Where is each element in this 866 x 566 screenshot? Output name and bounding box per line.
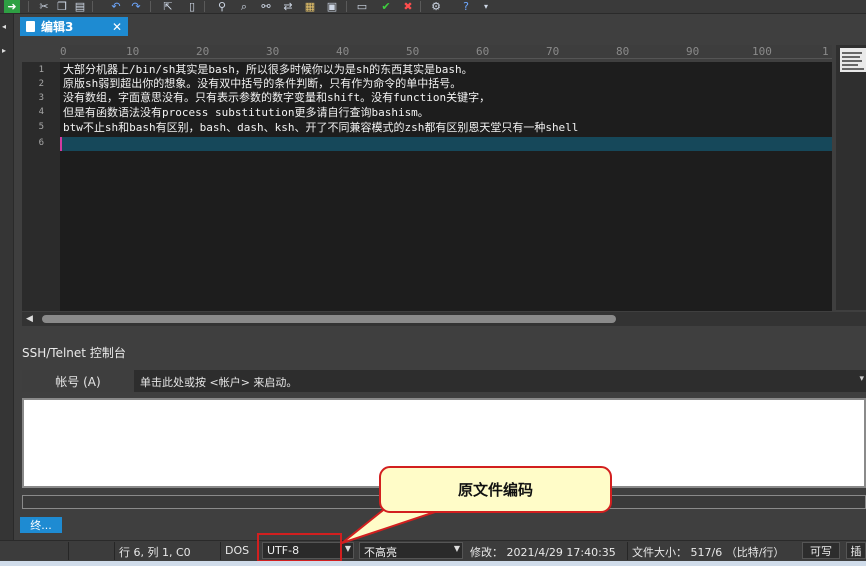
column-ruler: 0 10 20 30 40 50 60 70 80 90 100 1 [60,45,832,59]
status-separator [68,542,69,560]
format-icon[interactable]: ▣ [324,0,340,13]
insert-toggle[interactable]: 插 [846,542,866,559]
ruler-label: 70 [546,45,560,58]
line-number: 3 [38,93,44,103]
minimap[interactable] [840,48,866,72]
toolbar: ➜ ✂ ❐ ▤ ↶ ↷ ⇱ ▯ ⚲ ⌕ ⚯ ⇄ ▦ ▣ ▭ ✔ ✖ ⚙ ? ▾ [0,0,866,14]
undo-icon[interactable]: ↶ [108,0,124,13]
horizontal-scrollbar[interactable]: ◀ [22,312,866,326]
close-icon[interactable]: ✕ [112,20,122,34]
gear-icon[interactable]: ⚙ [428,0,444,13]
find-icon[interactable]: ⌕ [236,0,252,13]
ruler-label: 10 [126,45,140,58]
file-icon[interactable]: ▯ [184,0,200,13]
status-bar: 行 6, 列 1, C0 DOS UTF-8 ▼ 不高亮 ▼ 修改： 2021/… [0,540,866,560]
expand-left-icon[interactable]: ◂ [2,22,12,32]
ssh-start-hint[interactable]: 单击此处或按 <帐户> 来启动。 [140,374,297,390]
ruler-label: 80 [616,45,630,58]
line-number-gutter: 1 2 3 4 5 6 [22,62,60,311]
toolbar-separator [150,1,151,12]
paste-icon[interactable]: ▤ [72,0,88,13]
cursor-position[interactable]: 行 6, 列 1, C0 [119,544,191,560]
line-number: 2 [38,79,44,89]
toolbar-separator [346,1,347,12]
terminal-button[interactable]: 终... [20,517,62,533]
ruler-label: 90 [686,45,700,58]
line-number: 1 [38,65,44,75]
ruler-label: 50 [406,45,420,58]
terminal-icon[interactable]: ▭ [354,0,370,13]
line-number: 5 [38,122,44,132]
find-replace-icon[interactable]: ⚯ [258,0,274,13]
tab-edit3[interactable]: 编辑3 ✕ [20,17,128,36]
line-number: 6 [38,138,44,148]
ruler-label: 100 [752,45,772,58]
editor-line[interactable]: 但是有函数语法没有process substitution更多请自行查询bash… [63,106,429,120]
editor-line[interactable]: 原版sh弱到超出你的想象。没有双中括号的条件判断，只有作为命令的单中括号。 [63,77,461,91]
line-number: 4 [38,107,44,117]
ruler-label: 60 [476,45,490,58]
go-arrow-icon[interactable]: ➜ [4,0,20,13]
editor-line[interactable]: 大部分机器上/bin/sh其实是bash，所以很多时候你以为是sh的东西其实是b… [63,63,473,77]
redo-icon[interactable]: ↷ [128,0,144,13]
encoding-highlight-box [257,533,342,562]
modified-time: 修改： 2021/4/29 17:40:35 [470,546,616,559]
copy-icon[interactable]: ❐ [54,0,70,13]
callout-text: 原文件编码 [457,481,533,499]
binoculars-icon[interactable]: ⚲ [214,0,230,13]
expand-right-icon[interactable]: ▸ [2,46,12,56]
chevron-down-icon: ▼ [344,544,351,553]
replace-icon[interactable]: ⇄ [280,0,296,13]
cut-icon[interactable]: ✂ [36,0,52,13]
more-icon[interactable]: ▾ [478,0,494,13]
debug-icon[interactable]: ✖ [400,0,416,13]
tab-bar: 编辑3 ✕ [14,14,866,38]
toolbar-separator [420,1,421,12]
scroll-left-icon[interactable]: ◀ [26,314,33,324]
window-bottom-edge [0,561,866,566]
editor-line[interactable]: 没有数组，字面意思没有。只有表示参数的数字变量和shift。没有function… [63,91,490,105]
document-icon [26,21,35,32]
highlight-select[interactable]: 不高亮 ▼ [359,542,463,559]
status-separator [220,542,221,560]
chevron-down-icon: ▼ [453,544,460,553]
text-editor[interactable]: 大部分机器上/bin/sh其实是bash，所以很多时候你以为是sh的东西其实是b… [60,62,832,311]
tab-label: 编辑3 [41,20,74,34]
ruler-baseline [60,58,832,59]
ruler-label: 40 [336,45,350,58]
ruler-label: 0 [60,45,67,58]
status-separator [114,542,115,560]
left-side-strip: ◂ ▸ [0,14,14,540]
text-caret [60,137,62,151]
toolbar-separator [204,1,205,12]
find-in-files-icon[interactable]: ▦ [302,0,318,13]
highlight-value: 不高亮 [364,546,397,559]
run-icon[interactable]: ✔ [378,0,394,13]
account-button[interactable]: 帐号 (A) [22,370,134,392]
right-side-panel [836,45,866,310]
writable-toggle[interactable]: 可写 [802,542,840,559]
ssh-toolbar: 帐号 (A) 单击此处或按 <帐户> 来启动。 ▾ [22,370,866,392]
current-line-highlight [60,137,832,151]
callout-annotation: 原文件编码 [379,466,612,513]
chevron-down-icon[interactable]: ▾ [859,374,864,384]
line-ending[interactable]: DOS [225,544,249,557]
editor-line[interactable]: btw不止sh和bash有区别，bash、dash、ksh、开了不同兼容模式的z… [63,121,578,135]
cursor-icon[interactable]: ⇱ [160,0,176,13]
help-icon[interactable]: ? [458,0,474,13]
file-size: 文件大小： 517/6 （比特/行） [632,546,785,559]
ruler-label: 20 [196,45,210,58]
toolbar-separator [92,1,93,12]
status-separator [627,542,628,560]
scrollbar-thumb[interactable] [42,315,616,323]
ssh-console-title: SSH/Telnet 控制台 [22,346,126,360]
toolbar-separator [28,1,29,12]
ruler-label: 30 [266,45,280,58]
ruler-label: 1 [822,45,829,58]
